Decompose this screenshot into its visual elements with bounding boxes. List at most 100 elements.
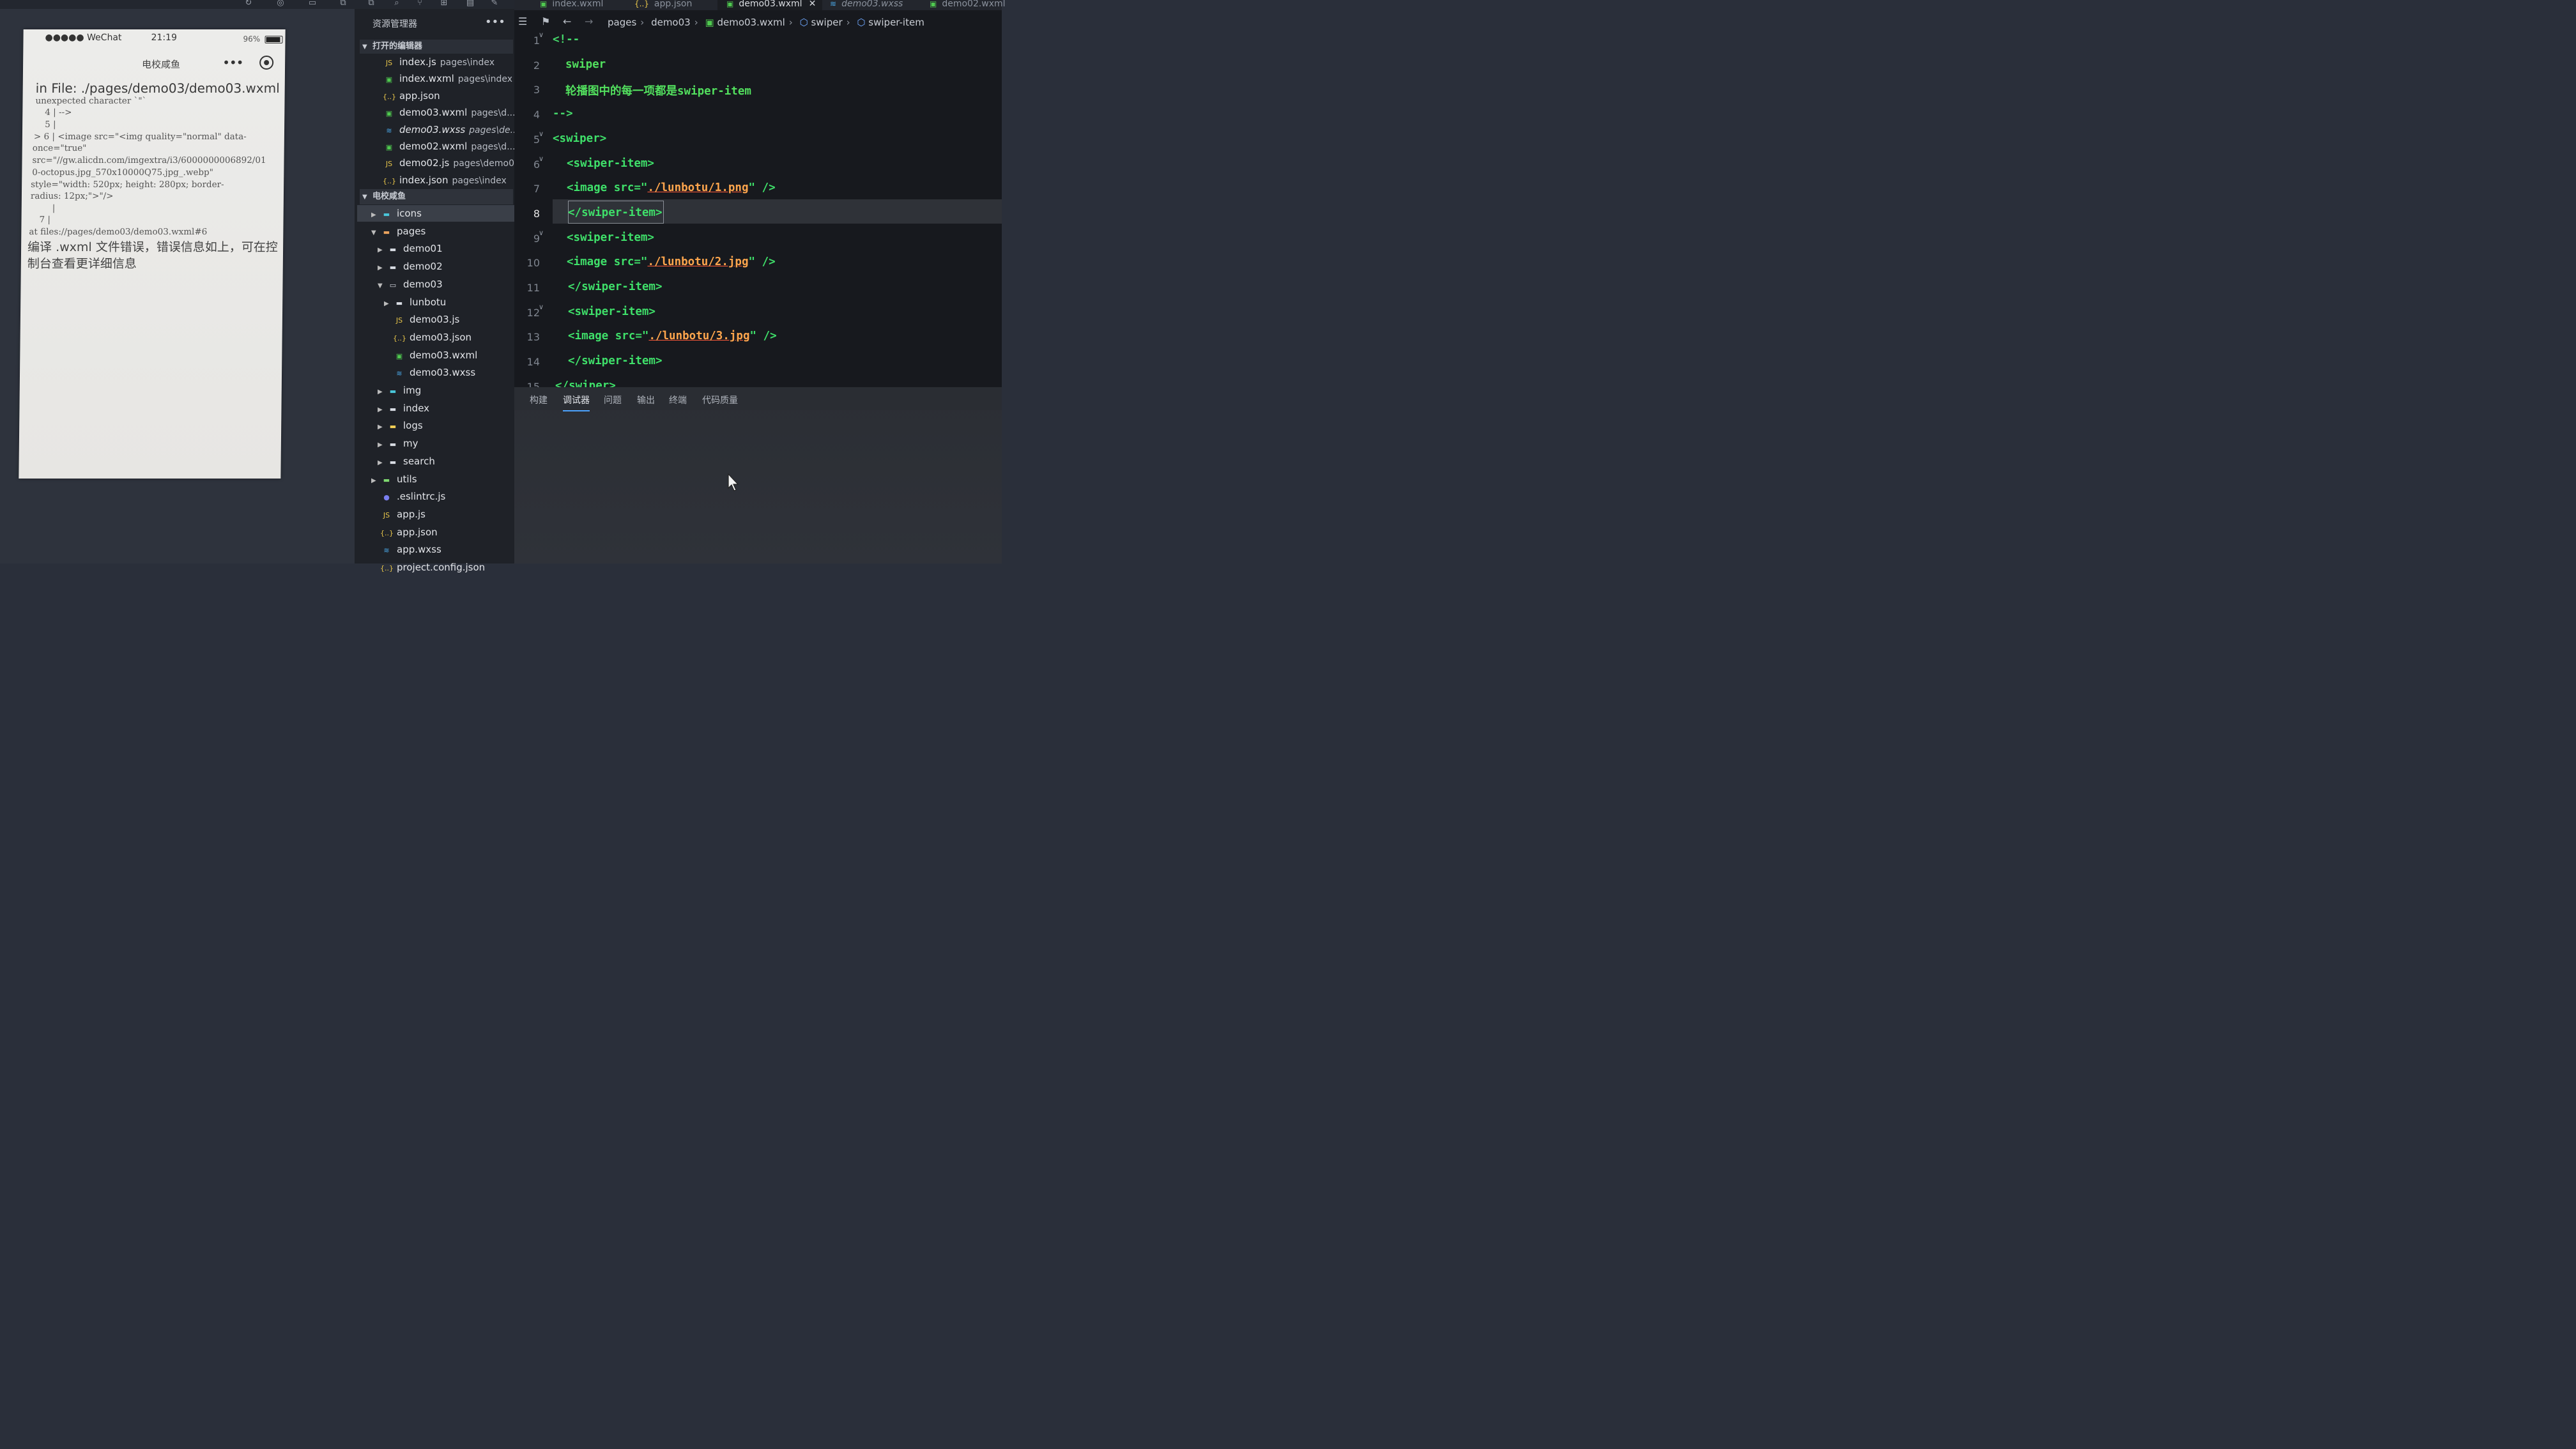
code-line[interactable]: 轮播图中的每一项都是swiper-item — [565, 82, 751, 98]
fold-chevron-icon[interactable]: ∨ — [539, 31, 544, 39]
panel-tab[interactable]: 输出 — [637, 394, 655, 406]
grid-icon[interactable]: ⊞ — [438, 0, 450, 7]
code-line[interactable]: <swiper-item> — [567, 231, 654, 244]
code-line[interactable]: </swiper-item> — [568, 355, 663, 367]
chevron-right-icon[interactable]: ▶ — [378, 455, 387, 471]
open-editor-item[interactable]: JS demo02.js pages\demo02 — [383, 155, 520, 171]
tab-index-wxml[interactable]: ▣ index.wxml — [540, 0, 603, 10]
chevron-right-icon[interactable]: ▶ — [378, 384, 387, 401]
panel-tab[interactable]: 问题 — [604, 394, 622, 406]
back-arrow-icon[interactable]: ← — [563, 15, 571, 27]
chevron-right-icon[interactable]: ▶ — [378, 419, 387, 436]
code-line[interactable]: <!-- — [553, 33, 579, 46]
fold-chevron-icon[interactable]: ∨ — [539, 303, 544, 311]
open-editor-item[interactable]: JS index.js pages\index — [383, 54, 494, 70]
chevron-right-icon[interactable]: ▶ — [384, 296, 393, 312]
code-line[interactable]: swiper — [565, 58, 606, 71]
code-editor[interactable]: ☰ ⚑ ← → pages › demo03 › ▣ demo03.wxml › ⬡ … — [514, 10, 1002, 393]
preview-icon[interactable]: ◎ — [275, 0, 286, 7]
tab-demo03-wxss[interactable]: ≋ demo03.wxss — [830, 0, 903, 10]
breadcrumb-item[interactable]: pages — [608, 17, 636, 28]
tree-folder[interactable]: ▶ ▬ utils — [371, 471, 417, 487]
close-icon[interactable]: ✕ — [809, 0, 816, 9]
panel-tab[interactable]: 调试器 — [563, 394, 590, 411]
tree-folder[interactable]: ▶ ▬ index — [378, 400, 429, 417]
tree-folder[interactable]: ▼ ▬ pages — [371, 223, 425, 240]
refresh-icon[interactable]: ↻ — [243, 0, 254, 7]
tab-demo02-wxml[interactable]: ▣ demo02.wxml — [930, 0, 1006, 10]
open-editors-header[interactable]: ▼ 打开的编辑器 — [360, 40, 513, 54]
panel-tab[interactable]: 代码质量 — [702, 394, 738, 406]
breadcrumb-item[interactable]: swiper-item — [868, 17, 924, 28]
tree-file[interactable]: {..} app.json — [371, 524, 438, 540]
outline-icon[interactable]: ☰ — [518, 15, 527, 27]
code-line[interactable]: <image src="./lunbotu/2.jpg" /> — [567, 256, 776, 268]
tree-folder[interactable]: ▶ ▬ demo02 — [378, 258, 443, 275]
project-header[interactable]: ▼ 电校咸鱼 — [360, 189, 513, 204]
tree-file[interactable]: ≋ demo03.wxss — [384, 364, 475, 381]
code-line[interactable]: <swiper-item> — [568, 305, 656, 318]
tree-file[interactable]: {..} project.config.json — [371, 559, 485, 576]
open-editor-item[interactable]: ▣ demo03.wxml pages\d... — [383, 104, 516, 121]
breadcrumb-item[interactable]: demo03.wxml — [717, 17, 785, 28]
chevron-right-icon[interactable]: ▶ — [371, 207, 380, 224]
tree-folder[interactable]: ▶ ▬ logs — [378, 417, 423, 434]
save-icon[interactable]: ▤ — [464, 0, 476, 7]
open-editor-item[interactable]: {..} app.json — [383, 88, 444, 104]
code-line[interactable]: </swiper-item> — [568, 280, 663, 293]
fold-chevron-icon[interactable]: ∨ — [539, 229, 544, 237]
code-line[interactable]: <swiper-item> — [567, 157, 654, 170]
fold-chevron-icon[interactable]: ∨ — [539, 155, 544, 163]
code-line[interactable]: <swiper> — [553, 132, 606, 145]
bottom-panel: 构建 调试器 问题 输出 终端 代码质量 — [514, 387, 1002, 564]
branch-icon[interactable]: ⑂ — [414, 0, 425, 7]
breadcrumb-item[interactable]: swiper — [811, 17, 842, 28]
chevron-right-icon[interactable]: ▶ — [378, 260, 387, 277]
chevron-right-icon[interactable]: ▶ — [378, 402, 387, 418]
tree-folder[interactable]: ▶ ▬ icons — [357, 205, 526, 222]
copy-icon[interactable]: ⧉ — [337, 0, 349, 7]
code-line[interactable]: <image src="./lunbotu/1.png" /> — [567, 181, 776, 194]
panel-tab[interactable]: 构建 — [530, 394, 548, 406]
phone-icon[interactable]: ▭ — [307, 0, 318, 7]
tree-folder[interactable]: ▶ ▬ search — [378, 453, 435, 470]
code-line[interactable]: </swiper-item> — [568, 206, 663, 219]
fold-chevron-icon[interactable]: ∨ — [539, 130, 544, 138]
tree-folder[interactable]: ▼ ▭ demo03 — [378, 276, 443, 293]
tree-file[interactable]: JS demo03.js — [384, 311, 460, 328]
chevron-down-icon[interactable]: ▼ — [378, 278, 387, 295]
bookmark-icon[interactable]: ⚑ — [541, 15, 550, 27]
breadcrumb-item[interactable]: demo03 — [651, 17, 691, 28]
clone-icon[interactable]: ⧉ — [365, 0, 377, 7]
open-editor-item[interactable]: {..} index.json pages\index — [383, 172, 507, 188]
panel-tab[interactable]: 终端 — [669, 394, 687, 406]
tree-file[interactable]: {..} demo03.json — [384, 329, 471, 346]
explorer-more-button[interactable]: ••• — [485, 15, 505, 29]
open-editor-item[interactable]: ≋ demo03.wxss pages\de... — [383, 121, 519, 138]
tree-file[interactable]: JS app.js — [371, 506, 425, 523]
tree-folder[interactable]: ▶ ▬ lunbotu — [384, 294, 446, 310]
chevron-right-icon[interactable]: ▶ — [378, 437, 387, 454]
tree-folder[interactable]: ▶ ▬ demo01 — [378, 240, 443, 257]
tab-demo03-wxml[interactable]: ▣ demo03.wxml ✕ — [717, 0, 823, 10]
tree-file[interactable]: ● .eslintrc.js — [371, 488, 445, 505]
tab-app-json[interactable]: {..} app.json — [634, 0, 692, 10]
tree-file[interactable]: ≋ app.wxss — [371, 541, 441, 558]
open-editor-item[interactable]: ▣ demo02.wxml pages\d... — [383, 138, 516, 155]
chevron-right-icon[interactable]: ▶ — [378, 242, 387, 259]
tree-file[interactable]: ▣ demo03.wxml — [384, 347, 478, 364]
phone-simulator[interactable]: ●●●●● WeChat 21:19 96% 电校咸鱼 ••• in File:… — [19, 29, 286, 479]
close-miniprogram-icon[interactable] — [259, 56, 274, 70]
line-number: 1 — [533, 34, 540, 47]
chevron-right-icon[interactable]: ▶ — [371, 473, 380, 489]
tree-folder[interactable]: ▶ ▬ my — [378, 435, 418, 452]
chevron-down-icon[interactable]: ▼ — [371, 225, 380, 241]
more-menu-button[interactable]: ••• — [222, 55, 243, 70]
search-icon[interactable]: ⌕ — [391, 0, 402, 7]
open-editor-item[interactable]: ▣ index.wxml pages\index — [383, 70, 512, 87]
code-line[interactable]: <image src="./lunbotu/3.jpg" /> — [568, 330, 777, 342]
brush-icon[interactable]: ✎ — [489, 0, 500, 7]
forward-arrow-icon[interactable]: → — [585, 15, 593, 27]
code-line[interactable]: --> — [553, 107, 573, 120]
tree-folder[interactable]: ▶ ▬ img — [378, 382, 421, 399]
